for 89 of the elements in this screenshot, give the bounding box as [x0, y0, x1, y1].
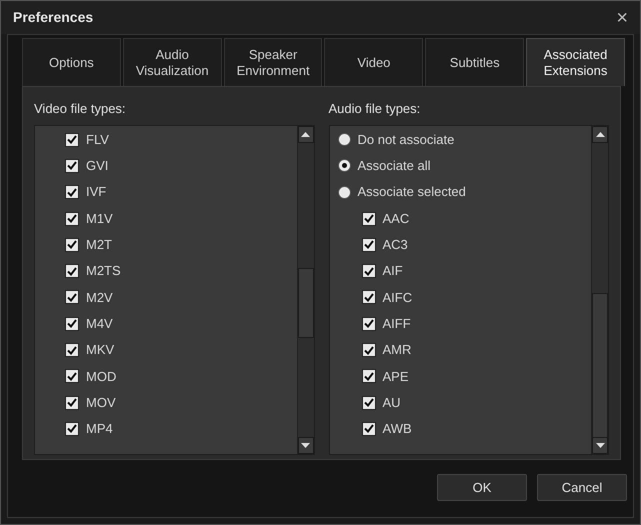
- checkmark-icon: [67, 188, 77, 197]
- scroll-up-icon[interactable]: [301, 132, 310, 136]
- scroll-up-icon[interactable]: [596, 132, 604, 136]
- file-type-label: M1V: [86, 210, 113, 228]
- checkbox[interactable]: [362, 422, 376, 436]
- scroll-down-icon[interactable]: [596, 442, 604, 448]
- file-type-label: AIFF: [382, 314, 411, 333]
- tab[interactable]: Options: [22, 38, 121, 86]
- checkmark-icon: [364, 319, 374, 328]
- checkbox[interactable]: [65, 290, 79, 304]
- file-type-label: GVI: [86, 157, 108, 176]
- radio-label: Associate all: [358, 157, 430, 176]
- checkbox[interactable]: [362, 343, 376, 358]
- file-type-label: MOV: [86, 394, 116, 412]
- file-type-label: M4V: [86, 314, 113, 333]
- file-type-label: AWB: [382, 420, 412, 438]
- tab[interactable]: Speaker Environment: [224, 38, 322, 86]
- checkmark-icon: [364, 266, 374, 276]
- scroll-thumb[interactable]: [298, 268, 314, 338]
- checkmark-icon: [364, 346, 374, 355]
- file-type-label: APE: [382, 368, 409, 386]
- file-type-label: AIF: [382, 262, 403, 280]
- file-type-label: AAC: [382, 210, 410, 228]
- checkbox[interactable]: [362, 316, 376, 331]
- checkmark-icon: [364, 240, 374, 250]
- checkbox[interactable]: [362, 264, 376, 278]
- scroll-thumb[interactable]: [592, 292, 608, 438]
- close-button[interactable]: ×: [616, 8, 628, 28]
- file-type-label: FLV: [86, 130, 109, 149]
- section-label: Audio file types:: [328, 100, 422, 118]
- checkmark-icon: [364, 372, 374, 381]
- checkmark-icon: [67, 372, 77, 381]
- tab[interactable]: Subtitles: [425, 38, 524, 86]
- checkmark-icon: [364, 292, 374, 302]
- checkmark-icon: [67, 161, 77, 170]
- file-type-label: AMR: [382, 341, 412, 360]
- scrollbar[interactable]: [591, 126, 608, 454]
- checkbox[interactable]: [362, 212, 376, 226]
- checkbox[interactable]: [65, 212, 79, 226]
- dialog-button[interactable]: OK: [437, 474, 527, 501]
- file-type-label: AIFC: [382, 288, 412, 307]
- checkmark-icon: [67, 319, 77, 328]
- radio-label: Associate selected: [358, 183, 466, 202]
- checkmark-icon: [67, 240, 77, 250]
- checkmark-icon: [67, 398, 77, 408]
- file-type-label: M2TS: [86, 262, 121, 280]
- checkbox[interactable]: [362, 396, 376, 410]
- checkmark-icon: [67, 266, 77, 276]
- checkbox[interactable]: [362, 238, 376, 252]
- file-type-label: MP4: [86, 420, 113, 438]
- file-type-label: M2T: [86, 236, 112, 254]
- tab[interactable]: Video: [324, 38, 424, 86]
- section-label: Video file types:: [34, 100, 127, 118]
- file-type-label: IVF: [86, 183, 106, 202]
- scroll-down-icon[interactable]: [301, 442, 310, 448]
- checkmark-icon: [364, 214, 374, 224]
- radio-label: Do not associate: [358, 130, 454, 149]
- checkmark-icon: [364, 398, 374, 408]
- file-type-label: AU: [382, 394, 401, 412]
- checkmark-icon: [67, 346, 77, 355]
- file-type-label: MOD: [86, 368, 116, 386]
- checkbox[interactable]: [65, 343, 79, 358]
- file-type-label: AC3: [382, 236, 408, 254]
- checkbox[interactable]: [362, 290, 376, 304]
- checkmark-icon: [67, 424, 77, 434]
- scrollbar[interactable]: [296, 126, 314, 454]
- window-title: Preferences: [13, 8, 94, 27]
- file-type-label: MKV: [86, 341, 114, 360]
- dialog-button[interactable]: Cancel: [537, 474, 627, 501]
- checkmark-icon: [67, 135, 77, 144]
- checkbox[interactable]: [65, 422, 79, 436]
- checkbox[interactable]: [362, 369, 376, 384]
- checkbox[interactable]: [65, 264, 79, 278]
- radio-button[interactable]: [338, 186, 350, 199]
- checkbox[interactable]: [65, 132, 79, 147]
- checkbox[interactable]: [65, 316, 79, 331]
- checkbox[interactable]: [65, 396, 79, 410]
- radio-button[interactable]: [338, 159, 350, 172]
- checkmark-icon: [364, 424, 374, 434]
- tab[interactable]: Associated Extensions: [526, 38, 625, 86]
- checkbox[interactable]: [65, 369, 79, 384]
- radio-button[interactable]: [338, 133, 350, 146]
- checkbox[interactable]: [65, 238, 79, 252]
- checkmark-icon: [67, 214, 77, 224]
- checkmark-icon: [67, 292, 77, 302]
- checkbox[interactable]: [65, 185, 79, 200]
- tab[interactable]: Audio Visualization: [122, 38, 222, 86]
- checkbox[interactable]: [65, 158, 79, 173]
- file-type-label: M2V: [86, 288, 113, 307]
